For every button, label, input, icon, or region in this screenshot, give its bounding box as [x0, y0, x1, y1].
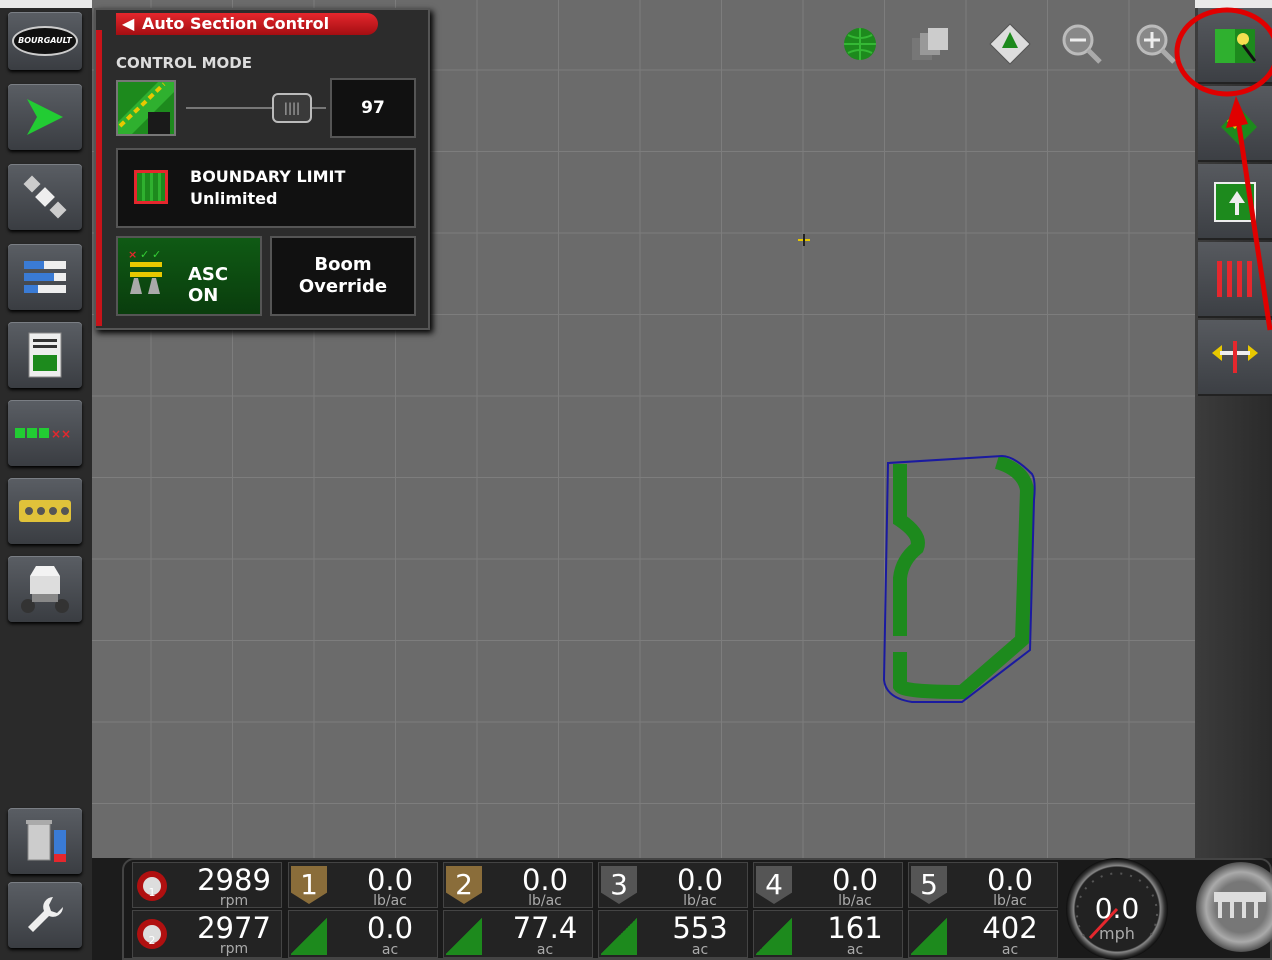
zoom-out-icon[interactable]: [1060, 22, 1104, 66]
speed-value: 0.0: [1094, 892, 1140, 925]
bars-list-icon[interactable]: [8, 244, 82, 310]
svg-text:2: 2: [149, 934, 156, 947]
svg-text:✓: ✓: [152, 248, 161, 261]
section-number-badge: 2: [446, 866, 482, 904]
section-rate-unit: lb/ac: [373, 893, 407, 909]
section-rate-unit: lb/ac: [683, 893, 717, 909]
logo-text: BOURGAULT: [12, 26, 78, 56]
field-boundary-icon[interactable]: [1198, 164, 1272, 240]
control-mode-value[interactable]: 97: [330, 78, 416, 138]
section-area-cell: 161 ac: [753, 910, 903, 958]
section-area: 77.4: [512, 911, 578, 945]
fan-1-unit: rpm: [219, 893, 249, 909]
fan-icon: 2: [137, 919, 167, 949]
guidance-arrow-icon[interactable]: [8, 84, 82, 150]
boundary-limit-icon: [134, 170, 168, 204]
asc-sections-icon: × ✓ ✓: [128, 248, 162, 294]
svg-text:××: ××: [51, 427, 71, 440]
section-area-unit: ac: [846, 942, 864, 958]
slider-handle[interactable]: ||||: [272, 93, 312, 123]
panel-title[interactable]: ◀ Auto Section Control: [116, 13, 378, 35]
section-number-badge: 5: [911, 866, 947, 904]
section-area-unit: ac: [536, 942, 554, 958]
fan-2-cell: 2 2977 rpm: [132, 910, 282, 958]
section-number-badge: 3: [601, 866, 637, 904]
fan-icon: 1: [137, 871, 167, 901]
section-number-badge: 4: [756, 866, 792, 904]
asc-on-button[interactable]: × ✓ ✓ ASC ON: [116, 236, 262, 316]
report-icon[interactable]: [8, 322, 82, 388]
fan-1-cell: 1 2989 rpm: [132, 862, 282, 908]
boundary-limit-button[interactable]: BOUNDARY LIMIT Unlimited: [116, 148, 416, 228]
svg-text:✓: ✓: [140, 248, 149, 261]
wrench-icon[interactable]: [8, 882, 82, 948]
section-area-cell: 553 ac: [598, 910, 748, 958]
section-area-cell: 77.4 ac: [443, 910, 593, 958]
panel-title-text: Auto Section Control: [142, 14, 330, 33]
boom-override-button[interactable]: Boom Override: [270, 236, 416, 316]
section-area-unit: ac: [691, 942, 709, 958]
section-rate-cell: 1 0.0 lb/ac: [288, 862, 438, 908]
section-status-icon[interactable]: ××: [8, 400, 82, 466]
asc-on-label: ASC ON: [188, 264, 229, 306]
svg-text:1: 1: [149, 886, 156, 899]
area-ramp-icon: [756, 917, 792, 955]
tramline-icon[interactable]: [1198, 242, 1272, 318]
section-rate-unit: lb/ac: [528, 893, 562, 909]
section-area-unit: ac: [381, 942, 399, 958]
section-number-badge: 1: [291, 866, 327, 904]
fan-1-rpm: 2989: [197, 863, 271, 897]
cart-icon[interactable]: [8, 556, 82, 622]
zoom-in-icon[interactable]: [1134, 22, 1178, 66]
globe-icon[interactable]: [838, 22, 882, 66]
section-rate: 0.0: [521, 863, 569, 897]
product-bins-icon[interactable]: [8, 478, 82, 544]
section-rate-cell: 4 0.0 lb/ac: [753, 862, 903, 908]
field-paint-icon[interactable]: [1198, 86, 1272, 162]
trash-usb-icon[interactable]: [8, 808, 82, 874]
bourgault-logo-icon[interactable]: BOURGAULT: [8, 12, 82, 70]
section-area-cell: 0.0 ac: [288, 910, 438, 958]
layers-icon[interactable]: [910, 22, 954, 66]
nudge-icon[interactable]: [1198, 320, 1272, 396]
section-area-unit: ac: [1001, 942, 1019, 958]
section-rate: 0.0: [676, 863, 724, 897]
section-area: 402: [982, 911, 1038, 945]
section-rate: 0.0: [831, 863, 879, 897]
section-area-cell: 402 ac: [908, 910, 1058, 958]
area-ramp-icon: [446, 917, 482, 955]
fan-2-rpm: 2977: [197, 911, 271, 945]
zoom-to-field-icon[interactable]: [988, 22, 1032, 66]
control-mode-icon[interactable]: [116, 80, 176, 136]
satellite-icon[interactable]: [8, 164, 82, 230]
vehicle-marker-icon: [798, 234, 810, 246]
svg-text:×: ×: [128, 248, 137, 261]
control-mode-slider[interactable]: ||||: [186, 93, 326, 123]
section-rate-cell: 3 0.0 lb/ac: [598, 862, 748, 908]
section-rate: 0.0: [986, 863, 1034, 897]
section-area: 0.0: [366, 911, 414, 945]
section-rate-unit: lb/ac: [993, 893, 1027, 909]
fan-2-unit: rpm: [219, 941, 249, 957]
area-ramp-icon: [601, 917, 637, 955]
section-rate-cell: 5 0.0 lb/ac: [908, 862, 1058, 908]
section-area: 553: [672, 911, 728, 945]
section-rate-cell: 2 0.0 lb/ac: [443, 862, 593, 908]
back-chevron-icon[interactable]: ◀: [122, 13, 134, 35]
control-mode-label: CONTROL MODE: [116, 54, 253, 72]
panel-accent-bar: [96, 30, 102, 326]
auto-section-control-panel: ◀ Auto Section Control CONTROL MODE ||||…: [94, 8, 430, 330]
section-area: 161: [827, 911, 883, 945]
boundary-limit-value: Unlimited: [190, 189, 278, 208]
speed-unit: mph: [1099, 924, 1135, 943]
speed-gauge: 0.0 mph: [1066, 858, 1168, 960]
boundary-limit-label: BOUNDARY LIMIT: [190, 167, 346, 186]
coverage-path: [893, 455, 1035, 700]
area-ramp-icon: [291, 917, 327, 955]
area-ramp-icon: [911, 917, 947, 955]
field-marker-icon[interactable]: [1198, 8, 1272, 84]
implement-icon: [1214, 892, 1266, 918]
section-rate-unit: lb/ac: [838, 893, 872, 909]
section-rate: 0.0: [366, 863, 414, 897]
